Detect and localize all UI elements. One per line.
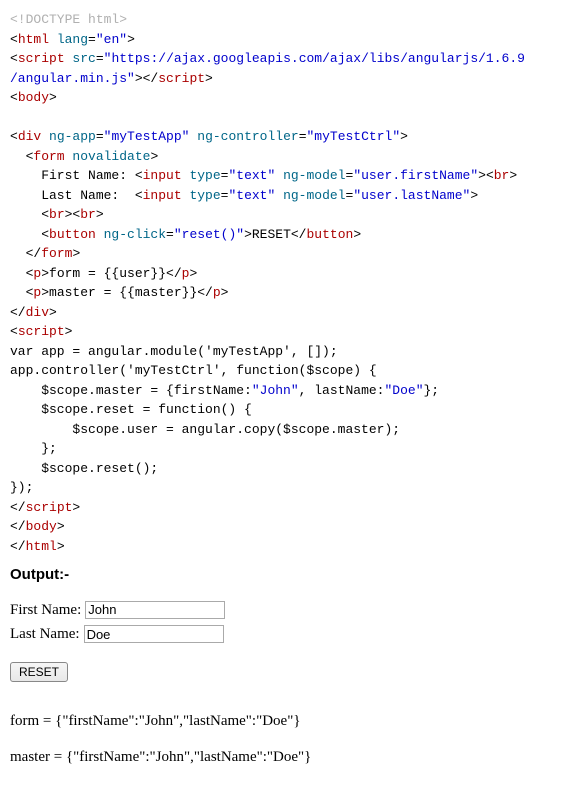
last-name-input[interactable] [84, 625, 224, 643]
last-name-label: Last Name: [10, 623, 80, 646]
master-output-line: master = {"firstName":"John","lastName":… [10, 746, 575, 769]
code-text: <!DOCTYPE html> [10, 12, 127, 27]
first-name-input[interactable] [85, 601, 225, 619]
last-name-row: Last Name: [10, 623, 575, 646]
code-snippet: <!DOCTYPE html> <html lang="en"> <script… [10, 10, 575, 556]
output-heading: Output:- [10, 564, 575, 587]
first-name-label: First Name: [10, 599, 81, 622]
output-form: First Name: Last Name: RESET form = {"fi… [10, 599, 575, 769]
form-output-line: form = {"firstName":"John","lastName":"D… [10, 710, 575, 733]
reset-button[interactable]: RESET [10, 662, 68, 682]
first-name-row: First Name: [10, 599, 575, 622]
